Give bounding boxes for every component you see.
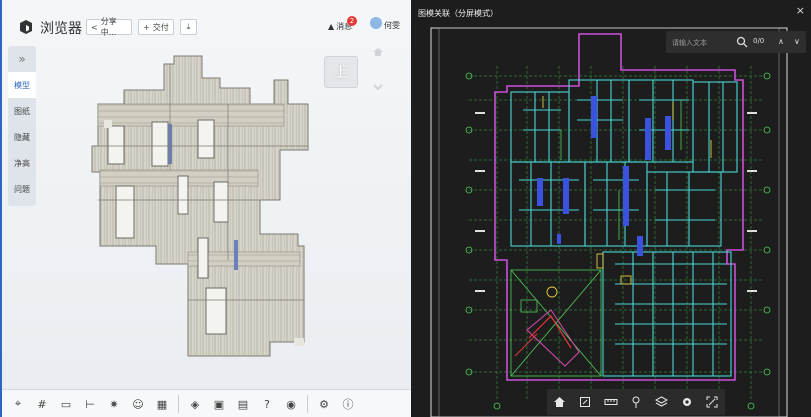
measure-icon[interactable]: ⌖ bbox=[10, 396, 26, 412]
table-icon[interactable]: ▦ bbox=[154, 396, 170, 412]
drawing-toolbar bbox=[547, 389, 725, 415]
comment-icon[interactable]: ▤ bbox=[235, 396, 251, 412]
drawing-viewer-pane: 图模关联（分屏模式） × 请输入文本 0/0 ∧ ∨ bbox=[411, 0, 811, 417]
eye-icon[interactable]: ◉ bbox=[283, 396, 299, 412]
toolbar-divider bbox=[307, 395, 308, 413]
dimension-icon[interactable]: ⊢ bbox=[82, 396, 98, 412]
layers-icon[interactable] bbox=[653, 394, 669, 410]
model-toolbar: ⌖ # ▭ ⊢ ✷ ☺ ▦ ◈ ▣ ▤ ? ◉ ⚙ ⓘ bbox=[2, 389, 411, 417]
person-icon[interactable]: ☺ bbox=[130, 396, 146, 412]
chevron-up-icon[interactable]: ∧ bbox=[778, 37, 784, 46]
section-icon[interactable]: ▭ bbox=[58, 396, 74, 412]
frame-icon[interactable] bbox=[577, 394, 593, 410]
help-icon[interactable]: ? bbox=[259, 396, 275, 412]
settings-icon[interactable] bbox=[679, 394, 695, 410]
explode-icon[interactable]: ✷ bbox=[106, 396, 122, 412]
pin-icon[interactable] bbox=[628, 394, 644, 410]
drawing-search: 0/0 ∧ ∨ bbox=[666, 31, 806, 53]
building-model[interactable] bbox=[2, 0, 411, 389]
home-icon[interactable] bbox=[552, 394, 568, 410]
search-input[interactable] bbox=[670, 35, 740, 51]
3d-icon[interactable]: ◈ bbox=[187, 396, 203, 412]
search-icon[interactable] bbox=[736, 36, 748, 48]
camera-icon[interactable]: ▣ bbox=[211, 396, 227, 412]
info-icon[interactable]: ⓘ bbox=[340, 396, 356, 412]
ruler-icon[interactable] bbox=[603, 394, 619, 410]
fullscreen-icon[interactable] bbox=[704, 394, 720, 410]
settings-icon[interactable]: ⚙ bbox=[316, 396, 332, 412]
chevron-down-icon[interactable]: ∨ bbox=[794, 37, 800, 46]
cad-drawing[interactable] bbox=[411, 0, 811, 417]
model-viewer-pane: 浏览器 < 分享中... + 交付 ⤓ ▲ 消息 2 何雯 » 模型 图纸 隐藏… bbox=[0, 0, 411, 417]
toolbar-divider bbox=[178, 395, 179, 413]
grid-icon[interactable]: # bbox=[34, 396, 50, 412]
search-count: 0/0 bbox=[753, 37, 765, 45]
